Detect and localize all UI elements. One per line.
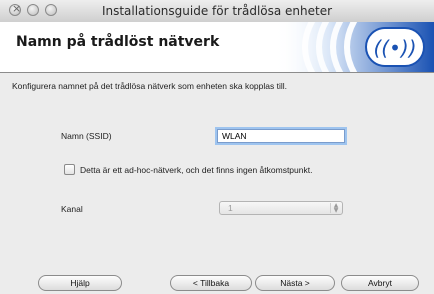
channel-value: 1: [228, 203, 233, 213]
adhoc-checkbox[interactable]: [64, 164, 75, 175]
title-bar: Installationsguide för trådlösa enheter: [0, 0, 434, 23]
wireless-signal-icon: ((•)): [274, 22, 434, 72]
svg-text:((•)): ((•)): [373, 36, 416, 60]
installer-window: Installationsguide för trådlösa enheter …: [0, 0, 434, 294]
back-button[interactable]: < Tillbaka: [170, 275, 252, 291]
ssid-label: Namn (SSID): [61, 131, 112, 141]
ssid-input[interactable]: [217, 129, 345, 143]
channel-label: Kanal: [61, 204, 83, 214]
channel-select[interactable]: 1 ▲ ▼: [219, 201, 343, 215]
adhoc-label: Detta är ett ad-hoc-nätverk, och det fin…: [80, 165, 313, 175]
page-title: Namn på trådlöst nätverk: [16, 34, 220, 50]
help-button[interactable]: Hjälp: [38, 275, 122, 291]
chevron-updown-icon: ▲ ▼: [330, 203, 341, 214]
next-button[interactable]: Nästa >: [255, 275, 335, 291]
window-title: Installationsguide för trådlösa enheter: [101, 4, 333, 18]
page-header: Namn på trådlöst nätverk ((•)): [0, 22, 434, 73]
cancel-button[interactable]: Avbryt: [341, 275, 419, 291]
description-text: Konfigurera namnet på det trådlösa nätve…: [12, 81, 287, 91]
